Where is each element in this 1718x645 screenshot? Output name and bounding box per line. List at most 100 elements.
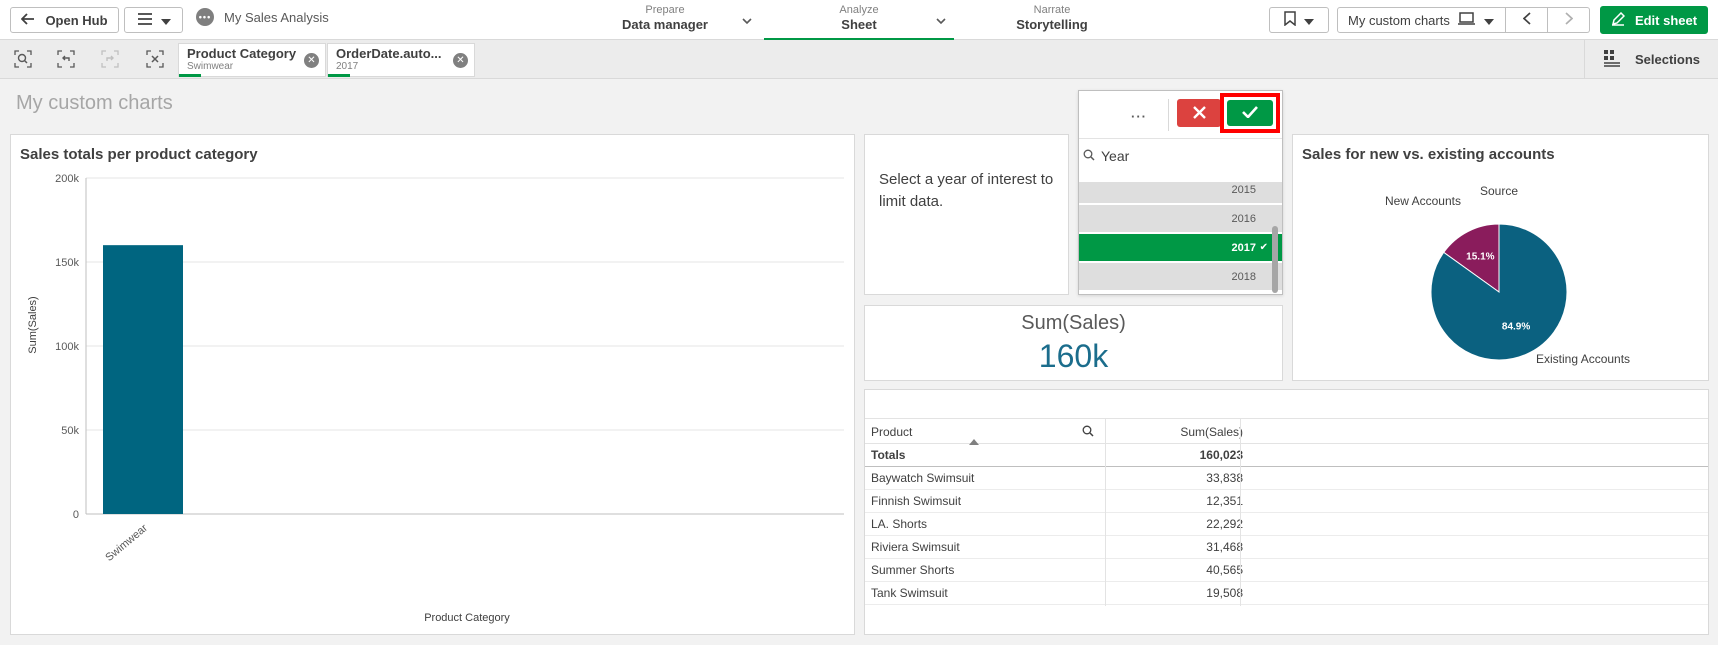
sheet-selector[interactable]: My custom charts (1337, 7, 1506, 33)
y-tick-label: 0 (73, 509, 79, 521)
clear-all-selections-icon[interactable] (144, 49, 166, 69)
totals-label: Totals (871, 448, 906, 462)
hamburger-icon (137, 12, 153, 28)
next-sheet-button[interactable] (1548, 7, 1590, 33)
pie-data-label: 15.1% (1466, 252, 1494, 263)
cancel-selection-button[interactable] (1177, 99, 1221, 127)
selections-grid-icon (1603, 49, 1621, 70)
list-item[interactable]: 2015 (1079, 182, 1282, 204)
highlight-frame (1220, 93, 1280, 133)
table-row[interactable]: Riviera Swimsuit 31,468 (865, 536, 1708, 559)
list-item[interactable]: 2018 (1079, 263, 1282, 291)
cell-product[interactable]: Finnish Swimsuit (871, 490, 1071, 512)
list-item-selected[interactable]: 2017 ✔ (1079, 234, 1282, 262)
previous-sheet-button[interactable] (1506, 7, 1548, 33)
tab-analyze[interactable]: Analyze Sheet (764, 0, 954, 40)
column-divider (1240, 418, 1241, 606)
arrow-left-icon (21, 12, 35, 28)
year-filter-pane[interactable]: ··· Year 2015 2016 2017 ✔ 2018 (1078, 90, 1283, 295)
kpi-card[interactable]: Sum(Sales) 160k (864, 305, 1283, 381)
year-search-field[interactable]: Year (1083, 148, 1129, 164)
bar-chart-card[interactable]: Sales totals per product category 0 50k 10… (10, 134, 855, 635)
tab-prepare-category: Prepare (645, 4, 685, 16)
chevron-right-icon (1564, 12, 1573, 28)
list-item-label: 2016 (1231, 212, 1256, 225)
chevron-down-icon[interactable] (742, 16, 752, 28)
list-item[interactable]: 2016 (1079, 205, 1282, 233)
global-menu-button[interactable] (124, 7, 183, 33)
table-row[interactable]: Tank Swimsuit 19,508 (865, 582, 1708, 605)
open-hub-button[interactable]: Open Hub (10, 7, 119, 33)
selections-label: Selections (1635, 52, 1701, 67)
list-item-label: 2018 (1231, 270, 1256, 283)
tab-analyze-category: Analyze (839, 4, 879, 16)
column-divider (1105, 418, 1106, 606)
more-options-button[interactable]: ··· (1119, 103, 1159, 129)
chevron-down-icon (160, 13, 171, 28)
field-name: Year (1101, 148, 1130, 164)
kpi-label: Sum(Sales) (1021, 312, 1126, 334)
kpi-value: 160k (1038, 338, 1109, 374)
selection-field: Product Category (187, 46, 297, 61)
legend-title: Source (1480, 184, 1518, 198)
pie-chart-card[interactable]: Sales for new vs. existing accounts Sour… (1292, 134, 1709, 381)
current-sheet-label: My custom charts (1348, 12, 1450, 28)
table-row[interactable]: Finnish Swimsuit 12,351 (865, 490, 1708, 513)
chevron-down-icon (1304, 13, 1314, 28)
confirm-selection-button[interactable] (1227, 100, 1273, 126)
app-title[interactable]: ••• My Sales Analysis (196, 8, 329, 26)
cell-sum: 40,565 (1206, 563, 1243, 577)
cell-sum: 33,838 (1206, 471, 1243, 485)
cell-product[interactable]: Summer Shorts (871, 559, 1071, 581)
pie-data-label: 84.9% (1502, 321, 1530, 332)
sheet-title: My custom charts (16, 92, 173, 114)
selection-indicator (328, 74, 350, 77)
chevron-down-icon[interactable] (936, 16, 946, 28)
table-row[interactable]: LA. Shorts 22,292 (865, 513, 1708, 536)
bar-chart[interactable]: 0 50k 100k 150k 200k Swimwear Sum(Sales) Produc… (11, 135, 856, 636)
tab-analyze-label: Sheet (841, 17, 877, 32)
top-toolbar: Open Hub ••• My Sales Analysis Prepare D… (0, 0, 1718, 40)
table-row[interactable]: Summer Shorts 40,565 (865, 559, 1708, 582)
clear-selection-icon[interactable]: ✕ (453, 53, 468, 68)
x-tick-label: Swimwear (103, 522, 150, 564)
smart-search-icon[interactable] (12, 49, 34, 69)
search-icon (1083, 148, 1095, 164)
y-tick-label: 50k (61, 425, 79, 437)
bookmarks-button[interactable] (1269, 7, 1329, 33)
cell-product[interactable]: Riviera Swimsuit (871, 536, 1071, 558)
scrollbar[interactable] (1272, 226, 1278, 293)
instruction-text: Select a year of interest to limit data. (879, 171, 1054, 210)
cell-product[interactable]: Tank Swimsuit (871, 582, 1071, 604)
selection-chip-orderdate[interactable]: OrderDate.auto... 2017 ✕ (327, 43, 475, 77)
pie-slice-label: Existing Accounts (1536, 352, 1630, 366)
table-row[interactable]: Baywatch Swimsuit 33,838 (865, 467, 1708, 490)
more-options-icon[interactable]: ••• (196, 8, 214, 26)
selection-chip-product-category[interactable]: Product Category Swimwear ✕ (178, 43, 326, 77)
selections-tool-button[interactable]: Selections (1584, 40, 1718, 79)
divider (1079, 138, 1282, 139)
tab-narrate[interactable]: Narrate Storytelling (990, 0, 1114, 40)
step-back-icon[interactable] (55, 49, 77, 69)
column-header-sum-sales[interactable]: Sum(Sales) (1105, 421, 1243, 443)
list-item-label: 2017 (1231, 241, 1256, 254)
tab-prepare-label: Data manager (622, 17, 708, 32)
table-card[interactable]: Product Sum(Sales) Totals 160,023 Baywat… (864, 389, 1709, 635)
cell-product[interactable]: Baywatch Swimsuit (871, 467, 1071, 489)
pencil-icon (1611, 11, 1625, 29)
pie-chart[interactable]: Source 15.1% 84.9% New Accounts Existing Acc… (1293, 135, 1710, 382)
edit-sheet-button[interactable]: Edit sheet (1600, 6, 1708, 34)
clear-selection-icon[interactable]: ✕ (304, 53, 319, 68)
chevron-left-icon (1522, 12, 1531, 28)
tab-prepare[interactable]: Prepare Data manager (600, 0, 730, 40)
edit-sheet-label: Edit sheet (1634, 12, 1698, 28)
table-totals-row: Totals 160,023 (865, 444, 1708, 467)
cell-product[interactable]: LA. Shorts (871, 513, 1071, 535)
checkmark-icon (1242, 105, 1258, 121)
y-tick-label: 100k (55, 341, 79, 353)
search-icon[interactable] (1082, 425, 1094, 440)
tab-narrate-category: Narrate (1033, 4, 1071, 16)
selections-bar: Product Category Swimwear ✕ OrderDate.au… (0, 40, 1718, 79)
selection-value: Swimwear (187, 61, 234, 72)
chevron-down-icon (1483, 13, 1494, 28)
